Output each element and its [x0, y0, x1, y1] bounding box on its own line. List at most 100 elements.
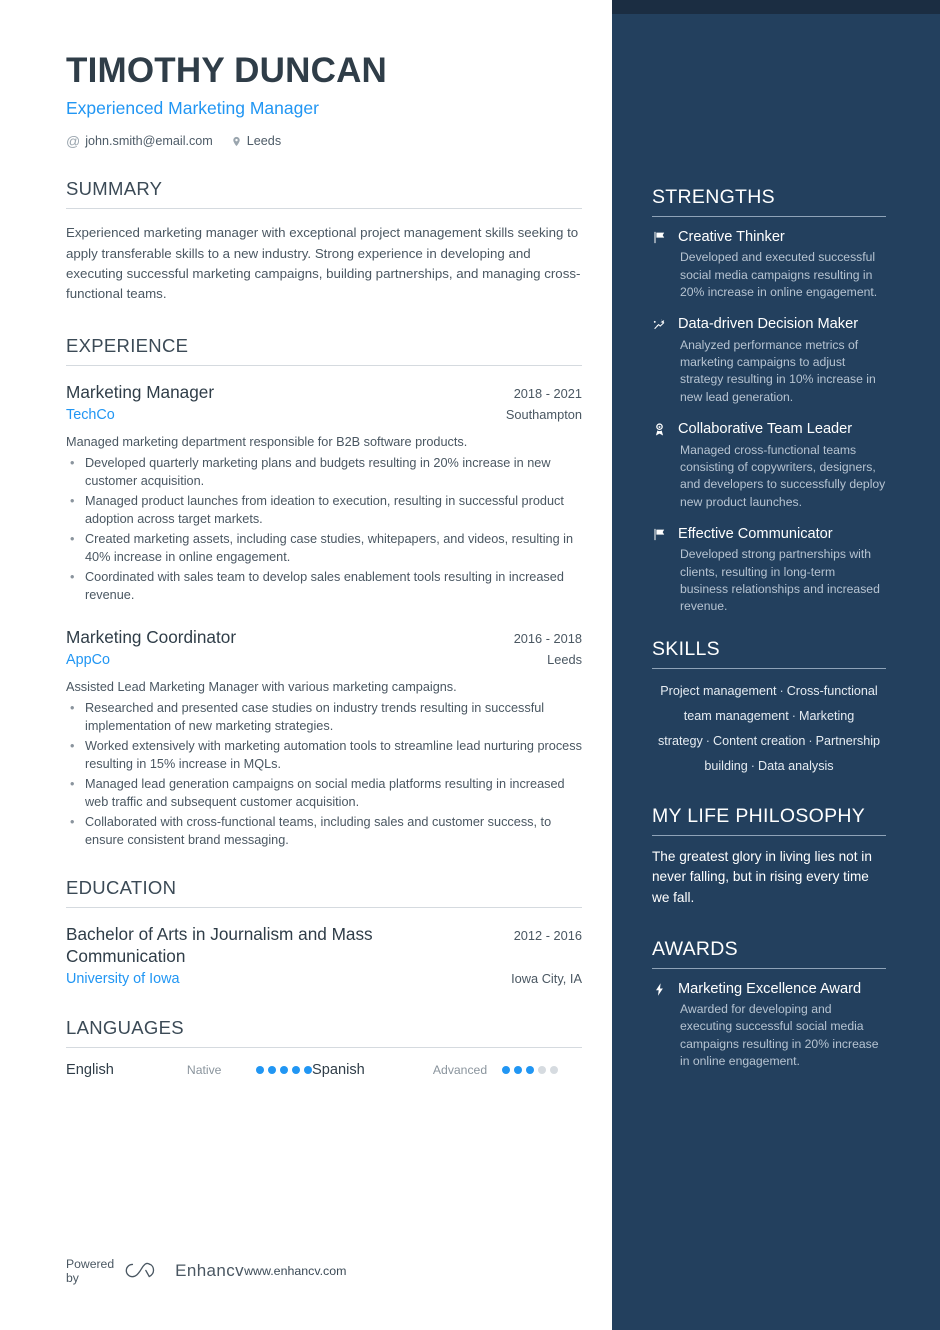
- rating-dot: [256, 1066, 264, 1075]
- school-name[interactable]: University of Iowa: [66, 971, 180, 987]
- divider: [66, 1047, 582, 1049]
- school-location: Iowa City, IA: [511, 971, 582, 987]
- job-title: Marketing Coordinator: [66, 626, 237, 647]
- contact-location: Leeds: [231, 134, 281, 148]
- rating-dot: [514, 1066, 522, 1075]
- bullet-item: • Developed quarterly marketing plans and…: [66, 454, 582, 490]
- degree-date: 2012 - 2016: [513, 928, 582, 944]
- strength-item: Collaborative Team Leader Managed cross-…: [652, 420, 886, 511]
- job-location: Southampton: [505, 406, 582, 422]
- bullet-dot: •: [70, 569, 75, 584]
- rating-dot: [268, 1066, 276, 1075]
- bullet-dot: •: [70, 493, 75, 508]
- bullet-text: Developed quarterly marketing plans and …: [85, 455, 551, 488]
- infinity-icon: [125, 1262, 155, 1278]
- bullet-dot: •: [70, 701, 75, 716]
- strength-description: Developed and executed successful social…: [680, 250, 878, 300]
- language-level: Native: [186, 1063, 222, 1078]
- languages-list: English Native Spanish Advanced: [66, 1062, 582, 1078]
- skills-heading: SKILLS: [652, 637, 720, 660]
- language-name: Spanish: [312, 1062, 365, 1079]
- rating-dot: [292, 1066, 300, 1075]
- enhancv-logo: Enhancv: [125, 1261, 244, 1281]
- award-medal-icon: [652, 420, 678, 511]
- job-company[interactable]: AppCo: [66, 652, 110, 668]
- bullet-item: • Worked extensively with marketing autom…: [66, 737, 582, 773]
- language-item: English Native: [66, 1062, 312, 1078]
- contact-email-text: john.smith@email.com: [85, 134, 213, 149]
- bullet-text: Managed lead generation campaigns on soc…: [85, 777, 565, 810]
- strength-description: Analyzed performance metrics of marketin…: [680, 337, 876, 404]
- strength-item: Effective Communicator Developed strong …: [652, 525, 886, 616]
- divider: [66, 208, 582, 210]
- resume-page: STRENGTHS Creative Thinker Developed and…: [0, 0, 940, 1330]
- skill-item: Project management: [660, 683, 777, 698]
- summary-text: Experienced marketing manager with excep…: [66, 225, 581, 302]
- skill-separator: ·: [750, 759, 755, 774]
- strength-description: Managed cross-functional teams consistin…: [680, 442, 886, 509]
- trending-up-icon: [652, 315, 678, 406]
- job-title: Marketing Manager: [66, 381, 215, 402]
- job-bullets: • Developed quarterly marketing plans and…: [66, 454, 582, 604]
- job-lead: Managed marketing department responsible…: [66, 434, 468, 449]
- summary-section: SUMMARY Experienced marketing manager wi…: [66, 178, 612, 304]
- bullet-dot: •: [70, 739, 75, 754]
- job-date: 2018 - 2021: [513, 385, 582, 401]
- strength-item: Data-driven Decision Maker Analyzed perf…: [652, 315, 886, 406]
- summary-heading: SUMMARY: [66, 178, 163, 200]
- bullet-item: • Managed product launches from ideation …: [66, 492, 582, 528]
- rating-dot: [280, 1066, 288, 1075]
- flag-icon: [652, 525, 678, 616]
- divider: [652, 216, 886, 217]
- strength-title: Data-driven Decision Maker: [678, 316, 859, 333]
- bullet-text: Researched and presented case studies on…: [85, 701, 545, 734]
- experience-section: EXPERIENCE Marketing Manager 2018 - 2021…: [66, 335, 612, 850]
- strength-description: Developed strong partnerships with clien…: [680, 547, 880, 614]
- location-pin-icon: [231, 135, 242, 148]
- philosophy-section: MY LIFE PHILOSOPHY The greatest glory in…: [652, 805, 886, 907]
- contact-row: @ john.smith@email.com Leeds: [66, 134, 612, 148]
- awards-section: AWARDS Marketing Excellence Award Awarde…: [652, 938, 886, 1071]
- job-lead: Assisted Lead Marketing Manager with var…: [66, 680, 457, 694]
- experience-entry: Marketing Manager 2018 - 2021 TechCo Sou…: [66, 381, 582, 604]
- skill-separator: ·: [779, 683, 784, 698]
- award-title: Marketing Excellence Award: [678, 980, 862, 997]
- footer: Powered by Enhancv www.enhancv.com: [66, 1257, 346, 1285]
- strength-title: Effective Communicator: [678, 525, 833, 542]
- language-rating: [502, 1066, 558, 1075]
- strength-title: Collaborative Team Leader: [678, 421, 853, 438]
- skill-separator: ·: [791, 708, 796, 723]
- contact-location-text: Leeds: [246, 134, 282, 149]
- sidebar-top-strip: [612, 0, 940, 14]
- main-column: TIMOTHY DUNCAN Experienced Marketing Man…: [0, 0, 612, 1330]
- rating-dot: [550, 1066, 558, 1075]
- skill-separator: ·: [808, 733, 813, 748]
- sidebar: STRENGTHS Creative Thinker Developed and…: [612, 0, 940, 1330]
- bullet-dot: •: [70, 777, 75, 792]
- contact-email[interactable]: @ john.smith@email.com: [66, 134, 213, 148]
- bullet-text: Created marketing assets, including case…: [85, 531, 574, 564]
- job-company[interactable]: TechCo: [66, 407, 115, 423]
- bullet-text: Worked extensively with marketing automa…: [85, 739, 582, 772]
- footer-url[interactable]: www.enhancv.com: [244, 1264, 346, 1278]
- language-item: Spanish Advanced: [312, 1062, 558, 1078]
- strength-item: Creative Thinker Developed and executed …: [652, 228, 886, 301]
- bullet-dot: •: [70, 815, 75, 830]
- lightning-bolt-icon: [652, 980, 678, 1071]
- education-heading: EDUCATION: [66, 877, 177, 899]
- skill-separator: ·: [705, 733, 710, 748]
- languages-heading: LANGUAGES: [66, 1017, 184, 1039]
- divider: [66, 364, 582, 366]
- language-level: Advanced: [432, 1063, 488, 1078]
- experience-entry: Marketing Coordinator 2016 - 2018 AppCo …: [66, 626, 582, 849]
- education-section: EDUCATION Bachelor of Arts in Journalism…: [66, 877, 612, 987]
- bullet-dot: •: [70, 455, 75, 470]
- rating-dot: [304, 1066, 312, 1075]
- bullet-item: • Collaborated with cross-functional team…: [66, 813, 582, 849]
- rating-dot: [538, 1066, 546, 1075]
- bullet-item: • Created marketing assets, including cas…: [66, 530, 582, 566]
- degree-title: Bachelor of Arts in Journalism and Mass …: [66, 924, 373, 967]
- brand-name: Enhancv: [175, 1261, 245, 1280]
- bullet-text: Collaborated with cross-functional teams…: [85, 815, 552, 848]
- skill-item: Content creation: [712, 733, 806, 748]
